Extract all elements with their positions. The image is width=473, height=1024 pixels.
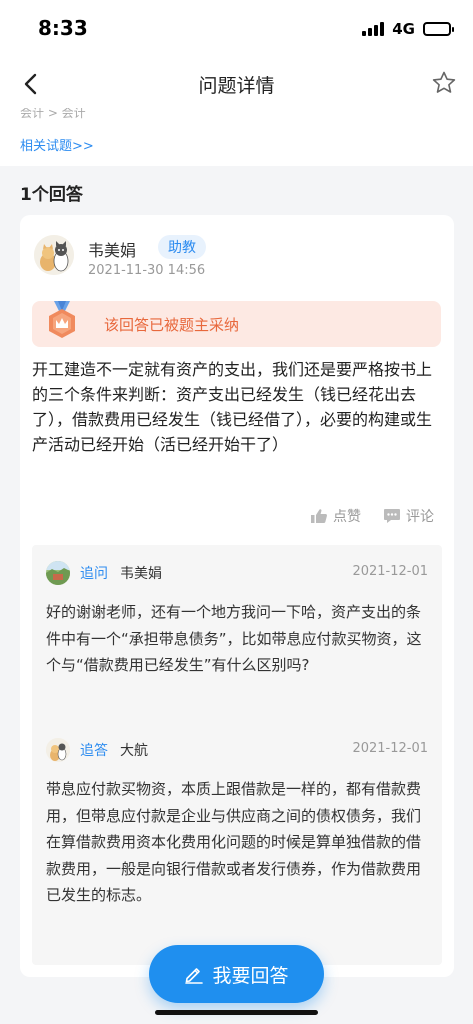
reply-user: 大航 xyxy=(120,743,148,759)
thumbs-up-icon xyxy=(311,509,327,523)
comment-label: 评论 xyxy=(406,509,434,525)
adopted-text: 该回答已被题主采纳 xyxy=(104,316,240,334)
answer-body: 开工建造不一定就有资产的支出，我们还是要严格按书上的三个条件来判断：资产支出已经… xyxy=(32,360,433,454)
comment-icon xyxy=(384,509,400,523)
reply-tag: 追答 xyxy=(80,743,108,759)
like-button[interactable]: 点赞 xyxy=(310,506,361,526)
like-label: 点赞 xyxy=(333,509,361,525)
question-category: 会计 > 会计 xyxy=(20,108,86,120)
avatar[interactable] xyxy=(34,235,74,275)
followup-body: 好的谢谢老师，还有一个地方我问一下哈，资产支出的条件中有一个“承担带息债务”，比… xyxy=(46,603,422,674)
home-indicator xyxy=(155,1010,318,1015)
network-type: 4G xyxy=(392,20,415,38)
question-footer: 会计 > 会计 相关试题>> xyxy=(0,108,473,166)
related-questions-link[interactable]: 相关试题>> xyxy=(20,135,94,154)
status-time: 8:33 xyxy=(38,16,88,40)
comment-button[interactable]: 评论 xyxy=(383,506,434,526)
reply-date: 2021-12-01 xyxy=(352,741,428,756)
followup-tag: 追问 xyxy=(80,566,108,582)
adopted-banner: 该回答已被题主采纳 xyxy=(32,301,441,347)
write-answer-button[interactable]: 我要回答 xyxy=(149,945,324,1003)
answer-count: 1个回答 xyxy=(20,185,83,205)
status-icons: 4G xyxy=(362,20,454,38)
star-outline-icon[interactable] xyxy=(431,70,457,96)
role-badge: 助教 xyxy=(158,235,206,259)
reply-body: 带息应付款买物资，本质上跟借款是一样的，都有借款费用，但带息应付款是企业与供应商… xyxy=(46,780,422,904)
medal-icon xyxy=(49,301,75,338)
page-title: 问题详情 xyxy=(198,75,275,97)
answer-actions: 点赞 评论 xyxy=(310,506,434,526)
author-name: 韦美娟 xyxy=(88,241,137,260)
post-time: 2021-11-30 14:56 xyxy=(88,263,206,278)
followup-user: 韦美娟 xyxy=(120,566,162,582)
edit-icon xyxy=(185,968,204,984)
answer-card: 韦美娟 助教 2021-11-30 14:56 该回答已被题主采纳 开工建造不一… xyxy=(20,215,454,977)
avatar[interactable] xyxy=(46,738,70,762)
write-answer-label: 我要回答 xyxy=(212,964,289,987)
navbar: 问题详情 xyxy=(0,60,473,108)
status-bar: 8:33 4G xyxy=(0,0,473,60)
avatar[interactable] xyxy=(46,561,70,585)
followup-thread: 追问 韦美娟 2021-12-01 好的谢谢老师，还有一个地方我问一下哈，资产支… xyxy=(32,545,442,965)
battery-icon xyxy=(423,22,454,36)
followup-date: 2021-12-01 xyxy=(352,564,428,579)
signal-icon xyxy=(362,22,385,36)
